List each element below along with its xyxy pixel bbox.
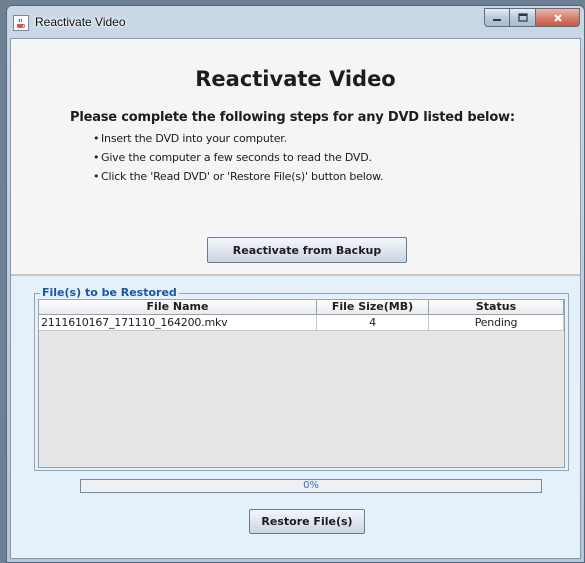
step-item: • Click the 'Read DVD' or 'Restore File(s… [93,167,383,186]
column-header-status[interactable]: Status [429,300,564,315]
window-title: Reactivate Video [35,15,126,29]
step-text: Give the computer a few seconds to read … [101,151,372,164]
step-item: • Insert the DVD into your computer. [93,129,383,148]
maximize-button[interactable] [510,8,536,27]
bullet-icon: • [93,170,100,183]
table-header-row: File Name File Size(MB) Status [39,300,564,315]
column-header-file-size[interactable]: File Size(MB) [317,300,429,315]
cell-status[interactable]: Pending [429,315,564,331]
client-area: Reactivate Video Please complete the fol… [10,38,581,559]
cell-file-size[interactable]: 4 [317,315,429,331]
restore-panel: File(s) to be Restored File Name File Si… [11,276,580,558]
close-button[interactable] [536,8,580,27]
column-header-file-name[interactable]: File Name [39,300,317,315]
progress-label: 0% [303,480,319,491]
files-group: File(s) to be Restored File Name File Si… [34,286,569,471]
step-text: Click the 'Read DVD' or 'Restore File(s)… [101,170,384,183]
close-icon [553,13,562,22]
files-group-legend: File(s) to be Restored [40,286,179,300]
step-text: Insert the DVD into your computer. [101,132,287,145]
java-cup-icon[interactable] [13,15,29,31]
window-controls [484,8,580,28]
step-item: • Give the computer a few seconds to read… [93,148,383,167]
title-bar[interactable]: Reactivate Video [7,6,584,38]
reactivate-from-backup-button[interactable]: Reactivate from Backup [207,237,407,263]
cell-file-name[interactable]: 2111610167_171110_164200.mkv [39,315,317,331]
files-table[interactable]: File Name File Size(MB) Status 211161016… [38,299,565,468]
instructions-text: Please complete the following steps for … [70,110,515,125]
restore-files-button[interactable]: Restore File(s) [249,509,365,534]
page-title: Reactivate Video [195,67,396,91]
instructions-panel: Reactivate Video Please complete the fol… [11,39,580,274]
bullet-icon: • [93,132,100,145]
steps-list: • Insert the DVD into your computer. • Giv… [93,129,383,186]
minimize-button[interactable] [484,8,510,27]
table-row[interactable]: 2111610167_171110_164200.mkv 4 Pending [39,315,564,331]
app-window: Reactivate Video Reactivate Video Please… [6,5,585,563]
minimize-icon [493,18,501,21]
restore-progress-bar: 0% [80,479,542,493]
maximize-icon [517,13,528,22]
bullet-icon: • [93,151,100,164]
